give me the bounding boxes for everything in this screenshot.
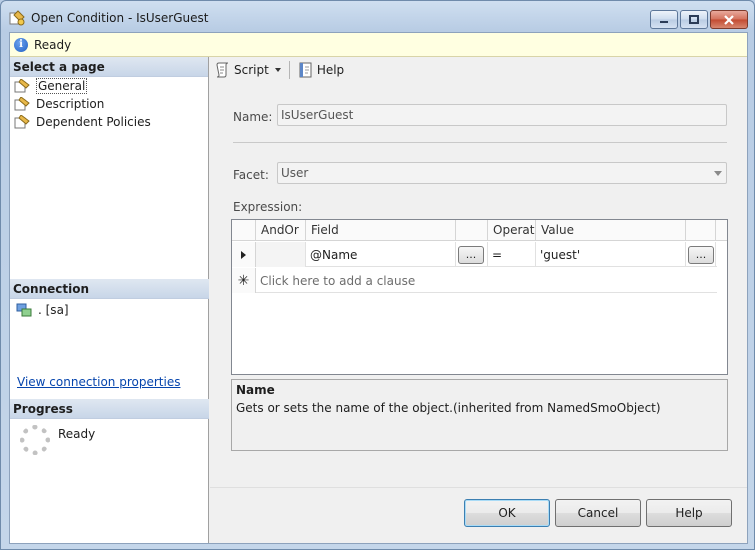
status-text: Ready xyxy=(34,37,72,52)
page-icon xyxy=(14,97,30,111)
field-cell[interactable]: @Name xyxy=(306,242,456,267)
column-header-andor[interactable]: AndOr xyxy=(256,220,306,241)
expression-label: Expression: xyxy=(233,200,303,214)
ok-button[interactable]: OK xyxy=(464,499,550,527)
page-item-label: General xyxy=(36,78,88,94)
operator-cell[interactable]: = xyxy=(488,242,536,267)
column-header-value[interactable]: Value xyxy=(536,220,686,241)
page-item-general[interactable]: General xyxy=(10,77,208,95)
value-cell[interactable]: 'guest' xyxy=(536,242,686,267)
description-panel: Name Gets or sets the name of the object… xyxy=(231,379,728,451)
value-ellipsis-button[interactable]: ... xyxy=(688,245,714,264)
column-header-field[interactable]: Field xyxy=(306,220,456,241)
toolbar-separator xyxy=(288,61,290,79)
grid-header: AndOr Field Operator Value xyxy=(232,220,727,241)
new-clause-row[interactable]: ✳ Click here to add a clause xyxy=(232,268,717,293)
close-icon xyxy=(724,14,734,25)
column-header-operator[interactable]: Operator xyxy=(488,220,536,241)
minimize-icon xyxy=(660,20,668,23)
title-bar[interactable]: Open Condition - IsUserGuest xyxy=(1,1,754,33)
connection-header: Connection xyxy=(10,279,209,299)
dialog-client: i Ready Select a page General Descriptio… xyxy=(9,32,748,544)
connection-label: . [sa] xyxy=(38,303,69,317)
page-icon xyxy=(14,79,30,93)
view-connection-properties-link[interactable]: View connection properties xyxy=(17,375,180,389)
close-button[interactable] xyxy=(710,10,748,29)
page-item-dependent-policies[interactable]: Dependent Policies xyxy=(10,113,208,131)
status-bar: i Ready xyxy=(10,33,747,57)
connection-section: Connection . [sa] xyxy=(10,279,209,321)
facet-combobox[interactable]: User xyxy=(277,162,727,184)
current-row-icon xyxy=(241,250,246,259)
cancel-button[interactable]: Cancel xyxy=(555,499,641,527)
progress-header: Progress xyxy=(10,399,209,419)
table-row[interactable]: @Name ... = 'guest' ... xyxy=(232,242,717,267)
toolbar: Script Help xyxy=(210,57,747,83)
script-label: Script xyxy=(234,63,269,77)
script-icon xyxy=(216,62,229,78)
dialog-footer: OK Cancel Help xyxy=(210,487,747,543)
page-item-description[interactable]: Description xyxy=(10,95,208,113)
page-item-label: Dependent Policies xyxy=(36,115,151,129)
minimize-button[interactable] xyxy=(650,10,678,29)
row-selector[interactable] xyxy=(232,242,256,267)
info-icon: i xyxy=(14,37,28,52)
value-edit-cell: ... xyxy=(686,242,716,267)
field-ellipsis-button[interactable]: ... xyxy=(458,245,484,264)
script-button[interactable]: Script xyxy=(213,59,283,81)
divider xyxy=(233,142,727,143)
help-toolbar-button[interactable]: Help xyxy=(296,59,346,81)
column-header-value-edit xyxy=(686,220,716,241)
select-page-header: Select a page xyxy=(10,57,208,77)
facet-value: User xyxy=(281,166,309,180)
new-row-icon: ✳ xyxy=(232,268,256,293)
condition-icon xyxy=(9,10,25,26)
window-title: Open Condition - IsUserGuest xyxy=(31,11,209,25)
column-header-field-edit xyxy=(456,220,488,241)
grid-corner xyxy=(232,220,256,241)
progress-section: Progress Ready xyxy=(10,399,209,455)
page-icon xyxy=(14,115,30,129)
name-field[interactable]: IsUserGuest xyxy=(277,104,727,126)
name-label: Name: xyxy=(233,110,273,124)
progress-status: Ready xyxy=(58,427,96,441)
field-edit-cell: ... xyxy=(456,242,488,267)
script-dropdown-icon[interactable] xyxy=(274,68,281,72)
progress-spinner-icon xyxy=(20,425,50,455)
right-pane: Script Help Name: IsUserGuest Facet: Use… xyxy=(210,57,747,487)
add-clause-placeholder[interactable]: Click here to add a clause xyxy=(256,268,716,293)
dialog-window: Open Condition - IsUserGuest i Ready Sel… xyxy=(0,0,755,550)
maximize-icon xyxy=(689,15,699,24)
server-connection-icon xyxy=(16,303,32,317)
help-icon xyxy=(299,62,312,78)
description-text: Gets or sets the name of the object.(inh… xyxy=(236,401,661,415)
andor-cell[interactable] xyxy=(256,242,306,267)
description-title: Name xyxy=(236,383,275,397)
help-toolbar-label: Help xyxy=(316,63,345,77)
expression-grid: AndOr Field Operator Value @Name ... = '… xyxy=(231,219,728,375)
maximize-button[interactable] xyxy=(680,10,708,29)
chevron-down-icon xyxy=(714,171,722,176)
connection-item: . [sa] xyxy=(10,299,209,321)
page-item-label: Description xyxy=(36,97,105,111)
facet-label: Facet: xyxy=(233,168,269,182)
left-pane: Select a page General Description Depend… xyxy=(10,57,209,543)
help-button[interactable]: Help xyxy=(646,499,732,527)
